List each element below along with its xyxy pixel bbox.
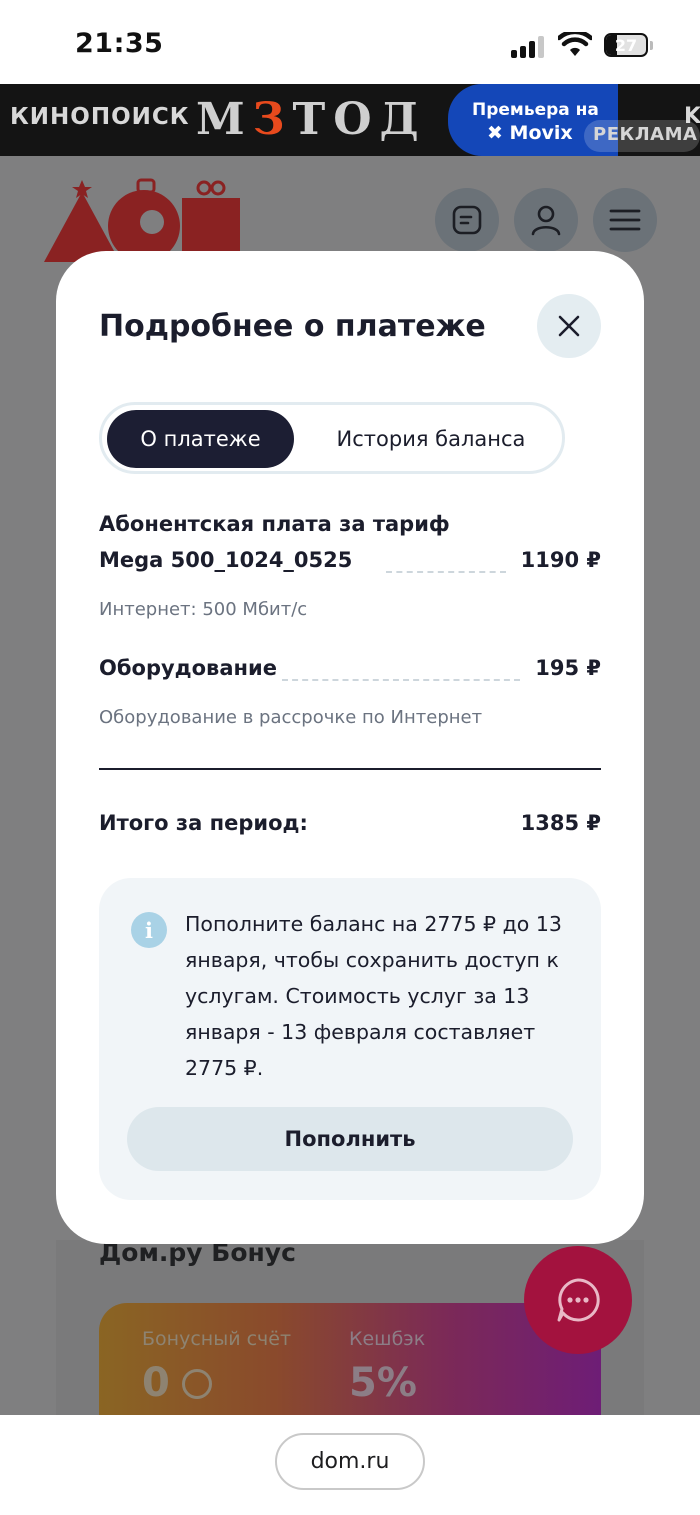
menu-icon	[609, 209, 641, 231]
status-time: 21:35	[75, 28, 164, 59]
chat-button[interactable]	[524, 1246, 632, 1354]
ad-tag-label: РЕКЛАМА	[593, 124, 698, 145]
bonus-account-value: 0	[142, 1360, 170, 1406]
battery-icon: 27	[604, 33, 648, 57]
profile-button[interactable]	[514, 188, 578, 252]
battery-nub	[650, 41, 653, 50]
ad-premiere-line2: ✖ Movix	[487, 122, 573, 144]
menu-button[interactable]	[593, 188, 657, 252]
wifi-icon	[558, 32, 592, 56]
ad-brand: КИНОПОИСК	[10, 104, 190, 130]
payment-details-modal: Подробнее о платеже О платеже История ба…	[56, 251, 644, 1244]
url-bar[interactable]: dom.ru	[275, 1433, 425, 1490]
cashback-value: 5%	[349, 1360, 417, 1406]
subscription-fee-amount: 1190 ₽	[520, 548, 601, 572]
dotted-leader	[282, 679, 520, 681]
total-amount: 1385 ₽	[520, 811, 601, 835]
ad-premiere-line1: Премьера на	[472, 100, 599, 120]
total-label: Итого за период:	[99, 811, 308, 835]
tariff-name: Mega 500_1024_0525	[99, 548, 353, 572]
document-icon	[452, 205, 482, 235]
coin-icon	[182, 1369, 212, 1399]
subscription-fee-title: Абонентская плата за тариф	[99, 512, 450, 536]
battery-level: 27	[614, 35, 638, 55]
close-icon	[558, 315, 580, 337]
modal-title: Подробнее о платеже	[99, 309, 486, 344]
equipment-title: Оборудование	[99, 656, 277, 680]
chat-icon	[557, 1278, 600, 1322]
info-icon: i	[131, 912, 167, 948]
ad-title: МЗТОД	[196, 94, 427, 145]
tab-about-payment[interactable]: О платеже	[107, 410, 294, 468]
equipment-subtitle: Оборудование в рассрочке по Интернет	[99, 707, 483, 728]
equipment-amount: 195 ₽	[535, 656, 601, 680]
status-bar: 21:35 27	[0, 0, 700, 84]
cellular-signal-icon	[511, 34, 547, 58]
user-icon	[531, 205, 561, 236]
tab-balance-history[interactable]: История баланса	[306, 410, 556, 468]
close-button[interactable]	[537, 294, 601, 358]
topup-notice: i Пополните баланс на 2775 ₽ до 13 январ…	[99, 878, 601, 1200]
divider	[99, 768, 601, 770]
documents-button[interactable]	[435, 188, 499, 252]
topup-button[interactable]: Пополнить	[127, 1107, 573, 1171]
cashback-label: Кешбэк	[349, 1328, 426, 1350]
topup-notice-text: Пополните баланс на 2775 ₽ до 13 января,…	[185, 912, 562, 1080]
bonus-account-label: Бонусный счёт	[142, 1328, 292, 1350]
dotted-leader	[386, 571, 506, 573]
tabs: О платеже История баланса	[99, 402, 565, 474]
subscription-fee-subtitle: Интернет: 500 Мбит/с	[99, 599, 308, 620]
